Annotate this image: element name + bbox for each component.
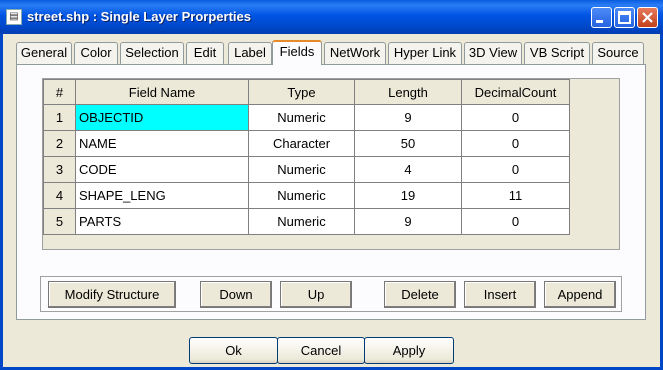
table-row[interactable]: 2 NAME Character 50 0 [43, 130, 570, 157]
column-header-field-name[interactable]: Field Name [75, 79, 249, 105]
field-name-cell[interactable]: CODE [75, 156, 249, 183]
row-number[interactable]: 3 [43, 156, 76, 183]
delete-field-button[interactable]: Delete [384, 281, 456, 308]
tab-hyper-link[interactable]: Hyper Link [388, 42, 462, 64]
minimize-button[interactable] [591, 7, 612, 28]
table-row[interactable]: 3 CODE Numeric 4 0 [43, 156, 570, 183]
row-number[interactable]: 2 [43, 130, 76, 157]
field-name-cell[interactable]: OBJECTID [75, 104, 249, 131]
tab-general[interactable]: General [16, 42, 72, 64]
tab-selection[interactable]: Selection [120, 42, 184, 64]
decimal-count-cell[interactable]: 11 [461, 182, 570, 209]
decimal-count-cell[interactable]: 0 [461, 208, 570, 235]
table-row[interactable]: 4 SHAPE_LENG Numeric 19 11 [43, 182, 570, 209]
length-cell[interactable]: 9 [354, 208, 462, 235]
window-title: street.shp : Single Layer Prorperties [27, 9, 251, 24]
tab-3d-view[interactable]: 3D View [464, 42, 522, 64]
maximize-icon [618, 11, 631, 24]
tab-label[interactable]: Label [228, 42, 272, 64]
column-header-length[interactable]: Length [354, 79, 462, 105]
move-down-button[interactable]: Down [200, 281, 272, 308]
field-name-cell[interactable]: PARTS [75, 208, 249, 235]
dialog-window: ▤ street.shp : Single Layer Prorperties … [0, 0, 663, 370]
decimal-count-cell[interactable]: 0 [461, 130, 570, 157]
layer-properties-icon: ▤ [6, 9, 22, 25]
decimal-count-cell[interactable]: 0 [461, 104, 570, 131]
field-name-cell[interactable]: NAME [75, 130, 249, 157]
minimize-icon [596, 20, 603, 23]
column-header-decimal-count[interactable]: DecimalCount [461, 79, 570, 105]
tab-fields[interactable]: Fields [272, 40, 322, 65]
move-up-button[interactable]: Up [280, 281, 352, 308]
table-row[interactable]: 1 OBJECTID Numeric 9 0 [43, 104, 570, 131]
tab-network[interactable]: NetWork [324, 42, 386, 64]
length-cell[interactable]: 50 [354, 130, 462, 157]
fields-grid[interactable]: # Field Name Type Length DecimalCount 1 … [43, 79, 570, 235]
title-bar[interactable]: ▤ street.shp : Single Layer Prorperties [0, 0, 663, 34]
modify-structure-button[interactable]: Modify Structure [48, 281, 176, 308]
length-cell[interactable]: 19 [354, 182, 462, 209]
length-cell[interactable]: 4 [354, 156, 462, 183]
close-button[interactable] [637, 7, 658, 28]
column-header-type[interactable]: Type [248, 79, 355, 105]
type-cell[interactable]: Numeric [248, 182, 355, 209]
grid-header-row: # Field Name Type Length DecimalCount [43, 79, 570, 105]
maximize-button[interactable] [614, 7, 635, 28]
tab-edit[interactable]: Edit [186, 42, 224, 64]
ok-button[interactable]: Ok [189, 337, 278, 364]
row-number[interactable]: 5 [43, 208, 76, 235]
tab-vb-script[interactable]: VB Script [524, 42, 590, 64]
cancel-button[interactable]: Cancel [277, 337, 365, 364]
decimal-count-cell[interactable]: 0 [461, 156, 570, 183]
window-border-left [0, 34, 3, 370]
insert-field-button[interactable]: Insert [464, 281, 536, 308]
tab-source[interactable]: Source [592, 42, 644, 64]
table-row[interactable]: 5 PARTS Numeric 9 0 [43, 208, 570, 235]
row-number[interactable]: 1 [43, 104, 76, 131]
close-icon [642, 12, 653, 23]
row-number[interactable]: 4 [43, 182, 76, 209]
length-cell[interactable]: 9 [354, 104, 462, 131]
type-cell[interactable]: Numeric [248, 104, 355, 131]
append-field-button[interactable]: Append [544, 281, 616, 308]
type-cell[interactable]: Numeric [248, 208, 355, 235]
field-name-cell[interactable]: SHAPE_LENG [75, 182, 249, 209]
column-header-number[interactable]: # [43, 79, 76, 105]
tab-color[interactable]: Color [74, 42, 118, 64]
type-cell[interactable]: Character [248, 130, 355, 157]
apply-button[interactable]: Apply [364, 337, 454, 364]
type-cell[interactable]: Numeric [248, 156, 355, 183]
